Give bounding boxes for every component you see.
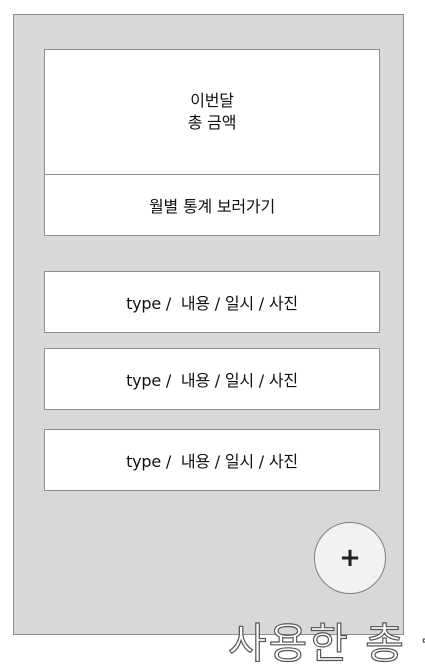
add-record-button[interactable]: + <box>314 522 386 594</box>
record-row[interactable]: type / 내용 / 일시 / 사진 <box>44 271 380 333</box>
record-row[interactable]: type / 내용 / 일시 / 사진 <box>44 348 380 410</box>
monthly-total-section: 이번달 총 금액 <box>45 50 379 174</box>
this-month-label: 이번달 <box>190 91 234 110</box>
monthly-stats-button[interactable]: 월별 통계 보러가기 <box>45 175 379 235</box>
total-amount-label: 총 금액 <box>187 113 237 132</box>
plus-icon: + <box>339 543 361 573</box>
screen: 이번달 총 금액 월별 통계 보러가기 type / 내용 / 일시 / 사진 … <box>0 0 425 670</box>
record-row[interactable]: type / 내용 / 일시 / 사진 <box>44 429 380 491</box>
bottom-caption-text: 사용한 총 금 <box>228 619 425 669</box>
monthly-summary-card: 이번달 총 금액 월별 통계 보러가기 <box>44 49 380 236</box>
